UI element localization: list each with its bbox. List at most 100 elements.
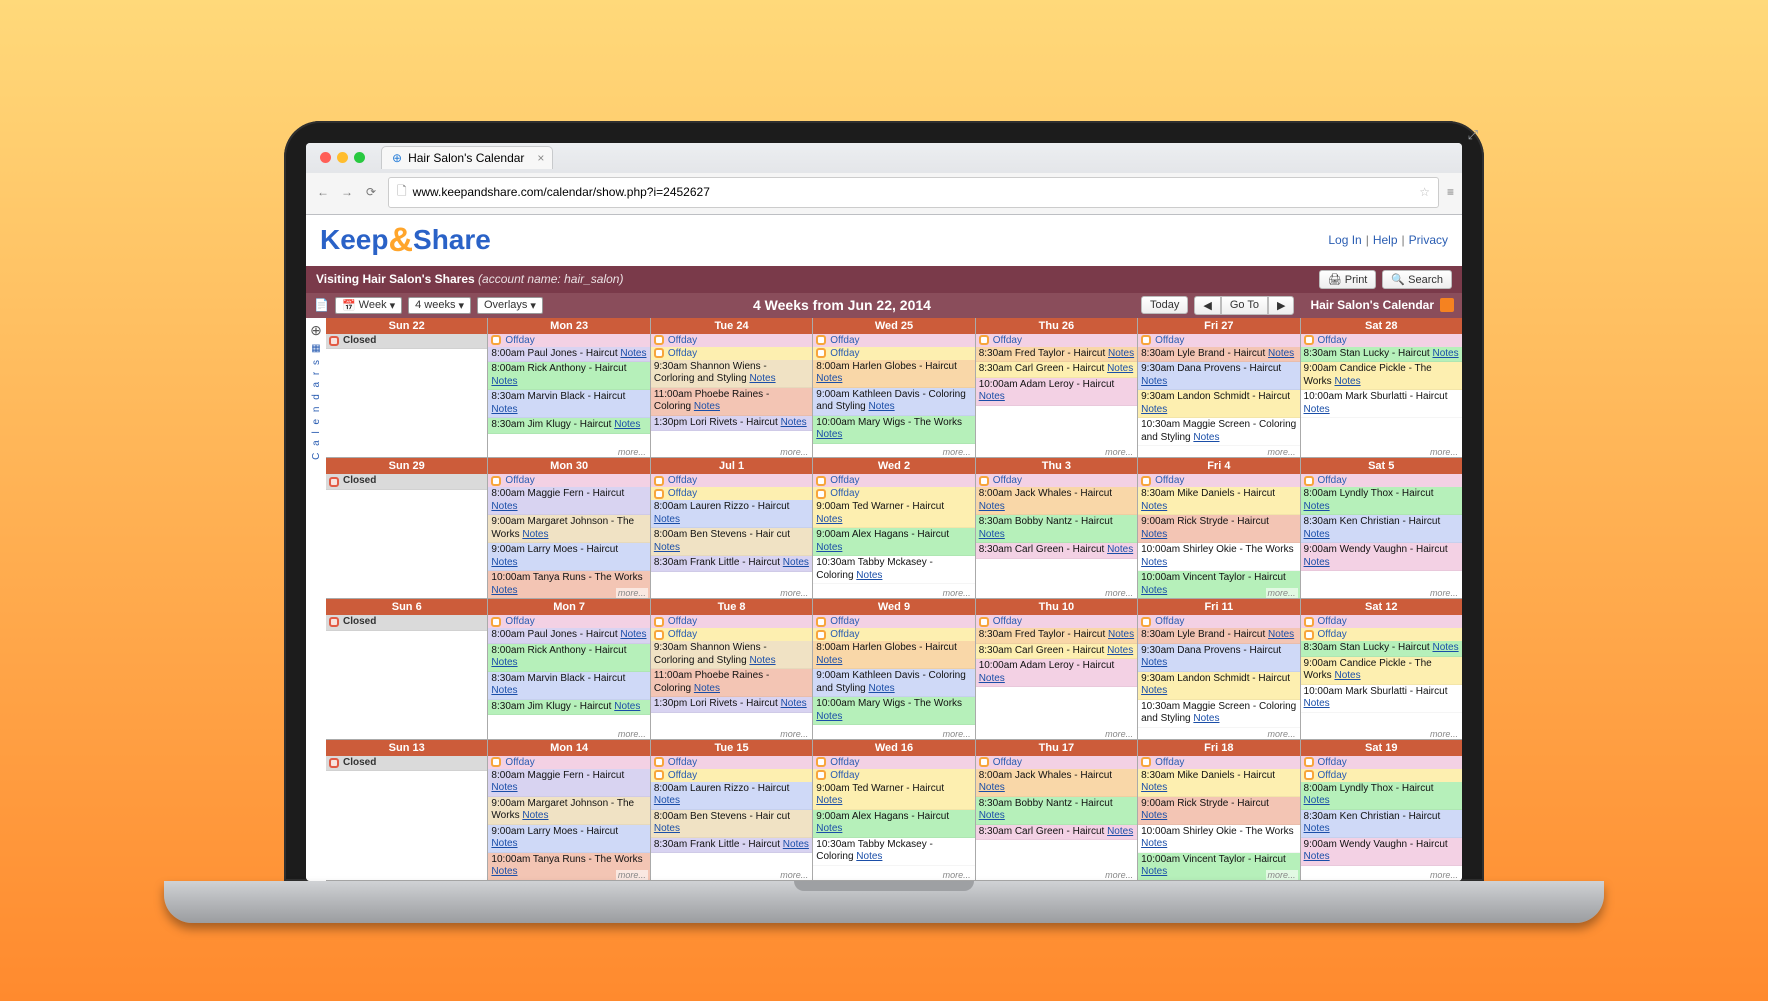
event-entry[interactable]: 10:30am Maggie Screen - Coloring and Sty… <box>1138 700 1299 728</box>
offday-entry[interactable]: Offday <box>1301 756 1462 769</box>
day-header[interactable]: Mon 30 <box>488 458 649 474</box>
event-entry[interactable]: 11:00am Phoebe Raines - Coloring Notes <box>651 388 812 416</box>
notes-link[interactable]: Notes <box>1334 376 1360 387</box>
event-entry[interactable]: 8:30am Marvin Black - Haircut Notes <box>488 390 649 418</box>
offday-entry[interactable]: Offday <box>651 769 812 782</box>
notes-link[interactable]: Notes <box>654 823 680 834</box>
event-entry[interactable]: 8:30am Carl Green - Haircut Notes <box>976 825 1137 841</box>
event-entry[interactable]: 9:00am Ted Warner - Haircut Notes <box>813 500 974 528</box>
more-link[interactable]: more... <box>616 729 648 739</box>
notes-link[interactable]: Notes <box>979 782 1005 793</box>
notes-link[interactable]: Notes <box>1304 851 1330 862</box>
event-entry[interactable]: 9:30am Shannon Wiens - Corloring and Sty… <box>651 360 812 388</box>
event-entry[interactable]: 8:30am Carl Green - Haircut Notes <box>976 362 1137 378</box>
offday-entry[interactable]: Offday <box>813 628 974 641</box>
logo[interactable]: Keep & Share <box>320 221 491 260</box>
notes-link[interactable]: Notes <box>783 557 809 568</box>
more-link[interactable]: more... <box>778 729 810 739</box>
more-link[interactable]: more... <box>616 870 648 880</box>
event-entry[interactable]: 9:00am Larry Moes - Haircut Notes <box>488 543 649 571</box>
event-entry[interactable]: 8:30am Fred Taylor - Haircut Notes <box>976 347 1137 363</box>
notes-link[interactable]: Notes <box>522 529 548 540</box>
day-header[interactable]: Thu 3 <box>976 458 1137 474</box>
notes-link[interactable]: Notes <box>1107 645 1133 656</box>
notes-link[interactable]: Notes <box>1432 348 1458 359</box>
more-link[interactable]: more... <box>1103 588 1135 598</box>
event-entry[interactable]: 8:30am Lyle Brand - Haircut Notes <box>1138 628 1299 644</box>
event-entry[interactable]: 8:30am Marvin Black - Haircut Notes <box>488 672 649 700</box>
offday-entry[interactable]: Offday <box>651 334 812 347</box>
event-entry[interactable]: 9:30am Shannon Wiens - Corloring and Sty… <box>651 641 812 669</box>
event-entry[interactable]: 8:30am Jim Klugy - Haircut Notes <box>488 700 649 716</box>
offday-entry[interactable]: Offday <box>976 334 1137 347</box>
offday-entry[interactable]: Offday <box>1301 615 1462 628</box>
notes-link[interactable]: Notes <box>1304 698 1330 709</box>
forward-icon[interactable]: → <box>338 185 356 199</box>
bookmark-star-icon[interactable]: ☆ <box>1419 185 1430 199</box>
more-link[interactable]: more... <box>778 870 810 880</box>
notes-link[interactable]: Notes <box>614 419 640 430</box>
reload-icon[interactable]: ⟳ <box>362 185 380 199</box>
day-header[interactable]: Jul 1 <box>651 458 812 474</box>
event-entry[interactable]: 10:00am Mark Sburlatti - Haircut Notes <box>1301 390 1462 418</box>
event-entry[interactable]: 8:30am Ken Christian - Haircut Notes <box>1301 515 1462 543</box>
offday-entry[interactable]: Offday <box>651 756 812 769</box>
notes-link[interactable]: Notes <box>491 501 517 512</box>
day-header[interactable]: Sat 12 <box>1301 599 1462 615</box>
print-button[interactable]: 🖨 Print <box>1319 270 1377 289</box>
notes-link[interactable]: Notes <box>856 851 882 862</box>
event-entry[interactable]: 10:00am Shirley Okie - The Works Notes <box>1138 825 1299 853</box>
event-entry[interactable]: 8:00am Jack Whales - Haircut Notes <box>976 487 1137 515</box>
notes-link[interactable]: Notes <box>1141 585 1167 596</box>
offday-entry[interactable]: Offday <box>1301 474 1462 487</box>
notes-link[interactable]: Notes <box>783 839 809 850</box>
event-entry[interactable]: 8:00am Lyndly Thox - Haircut Notes <box>1301 487 1462 515</box>
login-link[interactable]: Log In <box>1328 233 1361 247</box>
event-entry[interactable]: 8:00am Lauren Rizzo - Haircut Notes <box>651 500 812 528</box>
notes-link[interactable]: Notes <box>694 683 720 694</box>
event-entry[interactable]: 9:00am Kathleen Davis - Coloring and Sty… <box>813 669 974 697</box>
notes-link[interactable]: Notes <box>1141 557 1167 568</box>
more-link[interactable]: more... <box>1266 447 1298 457</box>
offday-entry[interactable]: Offday <box>488 474 649 487</box>
weeks-count-dropdown[interactable]: 4 weeks ▾ <box>408 297 471 314</box>
event-entry[interactable]: 9:00am Wendy Vaughn - Haircut Notes <box>1301 543 1462 571</box>
day-header[interactable]: Mon 7 <box>488 599 649 615</box>
notes-link[interactable]: Notes <box>816 542 842 553</box>
notes-link[interactable]: Notes <box>491 685 517 696</box>
day-header[interactable]: Sat 5 <box>1301 458 1462 474</box>
notes-link[interactable]: Notes <box>620 348 646 359</box>
event-entry[interactable]: 10:00am Shirley Okie - The Works Notes <box>1138 543 1299 571</box>
offday-entry[interactable]: Offday <box>813 474 974 487</box>
event-entry[interactable]: 9:00am Candice Pickle - The Works Notes <box>1301 362 1462 390</box>
notes-link[interactable]: Notes <box>1107 826 1133 837</box>
goto-button[interactable]: Go To <box>1221 296 1268 315</box>
event-entry[interactable]: 9:30am Dana Provens - Haircut Notes <box>1138 362 1299 390</box>
notes-link[interactable]: Notes <box>749 373 775 384</box>
event-entry[interactable]: 8:00am Ben Stevens - Hair cut Notes <box>651 810 812 838</box>
notes-link[interactable]: Notes <box>1334 670 1360 681</box>
offday-entry[interactable]: Offday <box>813 769 974 782</box>
offday-entry[interactable]: Offday <box>1301 334 1462 347</box>
notes-link[interactable]: Notes <box>1108 629 1134 640</box>
event-entry[interactable]: 8:30am Stan Lucky - Haircut Notes <box>1301 347 1462 363</box>
event-entry[interactable]: 8:30am Bobby Nantz - Haircut Notes <box>976 515 1137 543</box>
day-header[interactable]: Mon 23 <box>488 318 649 334</box>
notes-link[interactable]: Notes <box>1141 810 1167 821</box>
next-button[interactable]: ▶ <box>1268 296 1294 315</box>
notes-link[interactable]: Notes <box>1141 782 1167 793</box>
notes-link[interactable]: Notes <box>1304 501 1330 512</box>
close-tab-icon[interactable]: × <box>537 151 544 165</box>
notes-link[interactable]: Notes <box>1268 629 1294 640</box>
notes-link[interactable]: Notes <box>491 557 517 568</box>
offday-entry[interactable]: Offday <box>976 756 1137 769</box>
notes-link[interactable]: Notes <box>816 514 842 525</box>
event-entry[interactable]: 9:00am Alex Hagans - Haircut Notes <box>813 810 974 838</box>
event-entry[interactable]: 8:00am Ben Stevens - Hair cut Notes <box>651 528 812 556</box>
notes-link[interactable]: Notes <box>654 795 680 806</box>
offday-entry[interactable]: Offday <box>1138 615 1299 628</box>
notes-link[interactable]: Notes <box>1141 657 1167 668</box>
event-entry[interactable]: 10:00am Mary Wigs - The Works Notes <box>813 416 974 444</box>
more-link[interactable]: more... <box>1266 588 1298 598</box>
notes-link[interactable]: Notes <box>491 376 517 387</box>
